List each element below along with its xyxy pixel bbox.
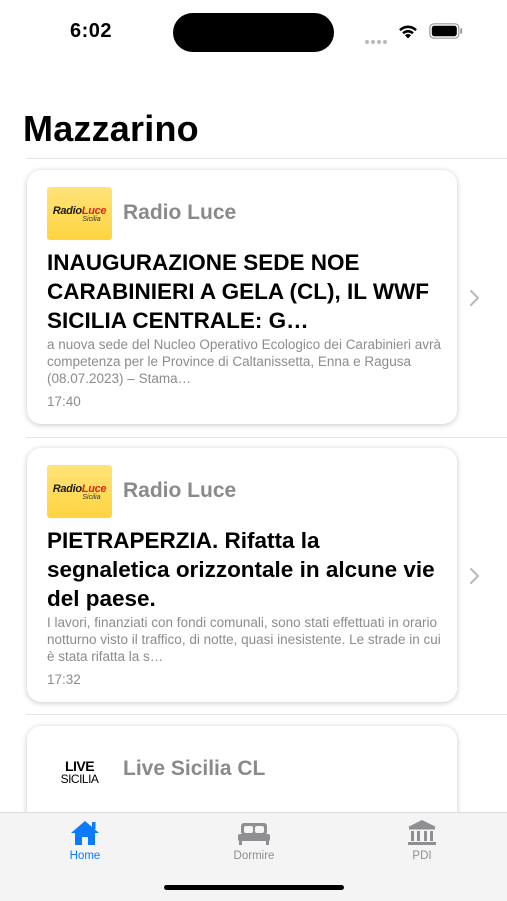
news-headline: PIETRAPERZIA. Rifatta la segnaletica ori… [47, 528, 435, 611]
tab-label: Home [69, 850, 101, 862]
news-headline: INAUGURAZIONE SEDE NOE CARABINIERI A GEL… [47, 250, 430, 333]
source-logo: LIVE SICILIA [60, 757, 99, 786]
news-time: 17:32 [47, 672, 81, 687]
source-name: Live Sicilia CL [123, 757, 266, 780]
news-card[interactable]: RadioLuce Sicilia Radio Luce INAUGURAZIO… [27, 170, 457, 424]
news-list-item[interactable]: RadioLuce Sicilia Radio Luce PIETRAPERZI… [0, 436, 507, 714]
chevron-right-icon [470, 568, 479, 584]
news-list-item[interactable]: RadioLuce Sicilia Radio Luce INAUGURAZIO… [0, 158, 507, 437]
tab-pdi[interactable]: PDI [372, 819, 472, 869]
home-indicator [164, 885, 344, 890]
bed-icon [238, 823, 270, 845]
news-summary: a nuova sede del Nucleo Operativo Ecolog… [47, 337, 441, 386]
chevron-right-icon [470, 290, 479, 306]
source-name: Radio Luce [123, 479, 237, 502]
news-summary: I lavori, finanziati con fondi comunali,… [47, 615, 441, 664]
source-logo: RadioLuce Sicilia [47, 465, 112, 518]
tab-label: PDI [412, 850, 432, 862]
news-feed[interactable]: Mazzarino RadioLuce Sicilia Radio Luce I… [0, 0, 507, 812]
news-time: 17:40 [47, 394, 81, 409]
tab-home[interactable]: Home [35, 819, 135, 869]
news-list-item[interactable]: LIVE SICILIA Live Sicilia CL [0, 714, 507, 812]
source-name: Radio Luce [123, 201, 237, 224]
source-logo: RadioLuce Sicilia [47, 187, 112, 240]
house-icon [71, 821, 99, 845]
news-card[interactable]: RadioLuce Sicilia Radio Luce PIETRAPERZI… [27, 448, 457, 702]
page-title: Mazzarino [23, 108, 199, 149]
news-card[interactable]: LIVE SICILIA Live Sicilia CL [27, 726, 457, 812]
tab-label: Dormire [233, 850, 275, 862]
bank-icon [408, 820, 436, 845]
tab-dormire[interactable]: Dormire [204, 819, 304, 869]
